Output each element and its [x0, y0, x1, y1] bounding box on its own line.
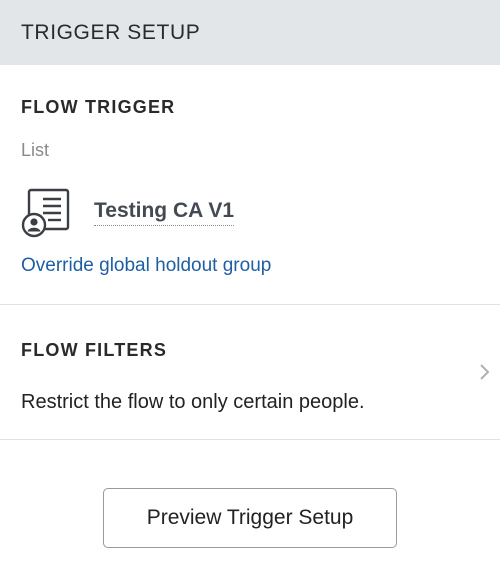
override-holdout-link[interactable]: Override global holdout group	[21, 255, 271, 277]
chevron-right-icon[interactable]	[478, 362, 492, 382]
trigger-type-label: List	[21, 140, 50, 160]
panel-title: TRIGGER SETUP	[21, 20, 201, 44]
preview-trigger-setup-button[interactable]: Preview Trigger Setup	[103, 488, 397, 548]
flow-trigger-section: FLOW TRIGGER List Testing CA V1 Override…	[0, 65, 500, 305]
flow-trigger-heading: FLOW TRIGGER	[21, 97, 176, 117]
list-user-icon	[21, 188, 70, 238]
flow-filters-section[interactable]: FLOW FILTERS Restrict the flow to only c…	[0, 305, 500, 440]
trigger-setup-panel: TRIGGER SETUP FLOW TRIGGER List Testing …	[0, 0, 500, 566]
panel-footer: Preview Trigger Setup	[0, 488, 500, 548]
trigger-list-row: Testing CA V1	[21, 187, 235, 239]
flow-filters-heading: FLOW FILTERS	[21, 340, 168, 360]
panel-header: TRIGGER SETUP	[0, 0, 500, 65]
trigger-list-name[interactable]: Testing CA V1	[94, 199, 235, 226]
flow-filters-description: Restrict the flow to only certain people…	[21, 391, 365, 413]
